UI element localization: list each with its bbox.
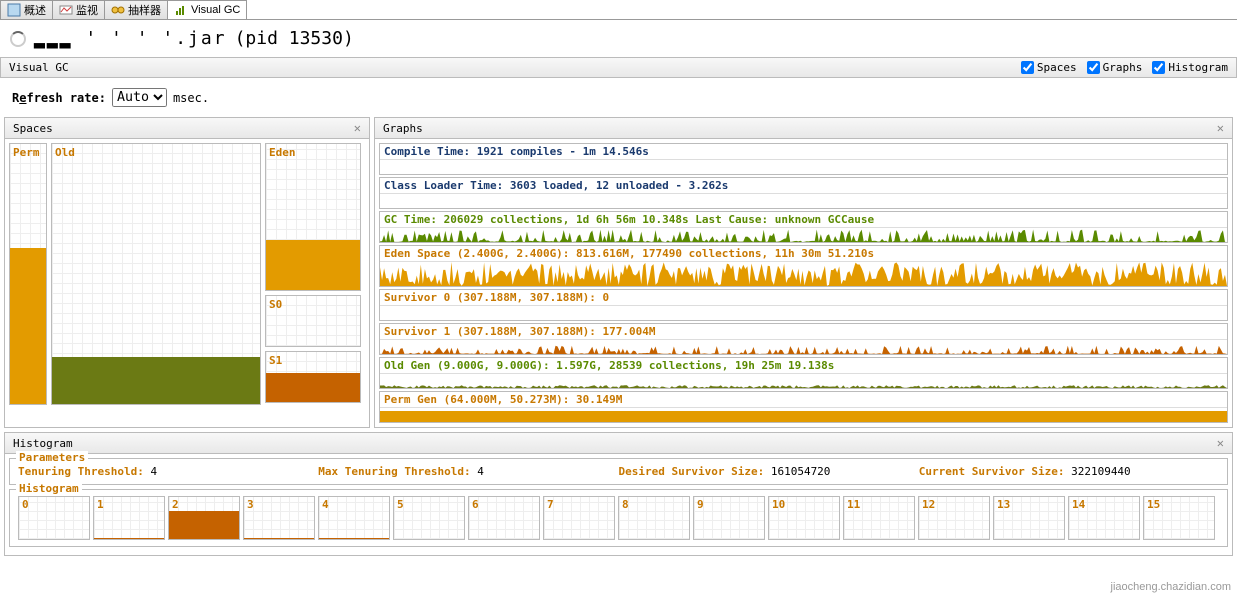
graphs-title: Graphs	[383, 122, 423, 135]
pid: (pid 13530)	[235, 28, 354, 49]
close-icon[interactable]: ✕	[1217, 121, 1224, 135]
spaces-panel: Spaces ✕ Perm Old Eden S0	[4, 117, 370, 428]
histogram-bucket: 15	[1143, 496, 1215, 540]
old-box: Old	[51, 143, 261, 405]
overview-icon	[7, 3, 21, 17]
perm-box: Perm	[9, 143, 47, 405]
histogram-bucket: 2	[168, 496, 240, 540]
tab-label: 概述	[24, 2, 46, 18]
histogram-bucket: 7	[543, 496, 615, 540]
graph-classloader: Class Loader Time: 3603 loaded, 12 unloa…	[379, 177, 1228, 209]
section-title: Visual GC	[9, 61, 69, 74]
eden-box: Eden	[265, 143, 361, 291]
visualgc-icon	[174, 3, 188, 17]
refresh-row: Refresh rate: Auto msec.	[0, 78, 1237, 117]
s0-box: S0	[265, 295, 361, 347]
histogram-bucket: 4	[318, 496, 390, 540]
histogram-panel: Histogram ✕ Parameters Tenuring Threshol…	[4, 432, 1233, 556]
histogram-bucket: 3	[243, 496, 315, 540]
watermark: jiaocheng.chazidian.com	[1111, 581, 1231, 593]
view-toggles: Spaces Graphs Histogram	[1021, 61, 1228, 74]
histogram-bucket: 1	[93, 496, 165, 540]
s1-box: S1	[265, 351, 361, 403]
spaces-title: Spaces	[13, 122, 53, 135]
check-spaces[interactable]: Spaces	[1021, 61, 1077, 74]
graph-eden: Eden Space (2.400G, 2.400G): 813.616M, 1…	[379, 245, 1228, 287]
histogram-bucket: 12	[918, 496, 990, 540]
refresh-select[interactable]: Auto	[112, 88, 167, 107]
histogram-bucket: 6	[468, 496, 540, 540]
histogram-bucket: 13	[993, 496, 1065, 540]
loading-spinner-icon	[10, 31, 26, 47]
histogram-bucket: 5	[393, 496, 465, 540]
graphs-panel: Graphs ✕ Compile Time: 1921 compiles - 1…	[374, 117, 1233, 428]
visualgc-header: Visual GC Spaces Graphs Histogram	[0, 57, 1237, 78]
tab-label: Visual GC	[191, 4, 240, 16]
tab-label: 抽样器	[128, 2, 161, 18]
histogram-fieldset: Histogram 0123456789101112131415	[9, 489, 1228, 547]
graph-permgen: Perm Gen (64.000M, 50.273M): 30.149M	[379, 391, 1228, 423]
sampler-icon	[111, 3, 125, 17]
graph-oldgen: Old Gen (9.000G, 9.000G): 1.597G, 28539 …	[379, 357, 1228, 389]
histogram-bucket: 9	[693, 496, 765, 540]
tab-visualgc[interactable]: Visual GC	[167, 0, 247, 19]
graph-surv1: Survivor 1 (307.188M, 307.188M): 177.004…	[379, 323, 1228, 355]
check-histogram[interactable]: Histogram	[1152, 61, 1228, 74]
tab-label: 监视	[76, 2, 98, 18]
histogram-bucket: 10	[768, 496, 840, 540]
histogram-bucket: 0	[18, 496, 90, 540]
histogram-bucket: 14	[1068, 496, 1140, 540]
tab-sampler[interactable]: 抽样器	[104, 0, 168, 19]
refresh-unit: msec.	[173, 91, 209, 105]
histogram-bucket: 8	[618, 496, 690, 540]
close-icon[interactable]: ✕	[1217, 436, 1224, 450]
histogram-bucket: 11	[843, 496, 915, 540]
parameters-fieldset: Parameters Tenuring Threshold: 4 Max Ten…	[9, 458, 1228, 485]
histogram-title: Histogram	[13, 437, 73, 450]
close-icon[interactable]: ✕	[354, 121, 361, 135]
tab-overview[interactable]: 概述	[0, 0, 53, 19]
graph-gctime: GC Time: 206029 collections, 1d 6h 56m 1…	[379, 211, 1228, 243]
jar-name: ▂▂▂ ' ' ' '.jar	[34, 28, 227, 49]
tab-monitor[interactable]: 监视	[52, 0, 105, 19]
graph-compile: Compile Time: 1921 compiles - 1m 14.546s	[379, 143, 1228, 175]
top-tabs: 概述 监视 抽样器 Visual GC	[0, 0, 1237, 20]
graph-surv0: Survivor 0 (307.188M, 307.188M): 0	[379, 289, 1228, 321]
monitor-icon	[59, 3, 73, 17]
title-row: ▂▂▂ ' ' ' '.jar (pid 13530)	[0, 20, 1237, 57]
check-graphs[interactable]: Graphs	[1087, 61, 1143, 74]
